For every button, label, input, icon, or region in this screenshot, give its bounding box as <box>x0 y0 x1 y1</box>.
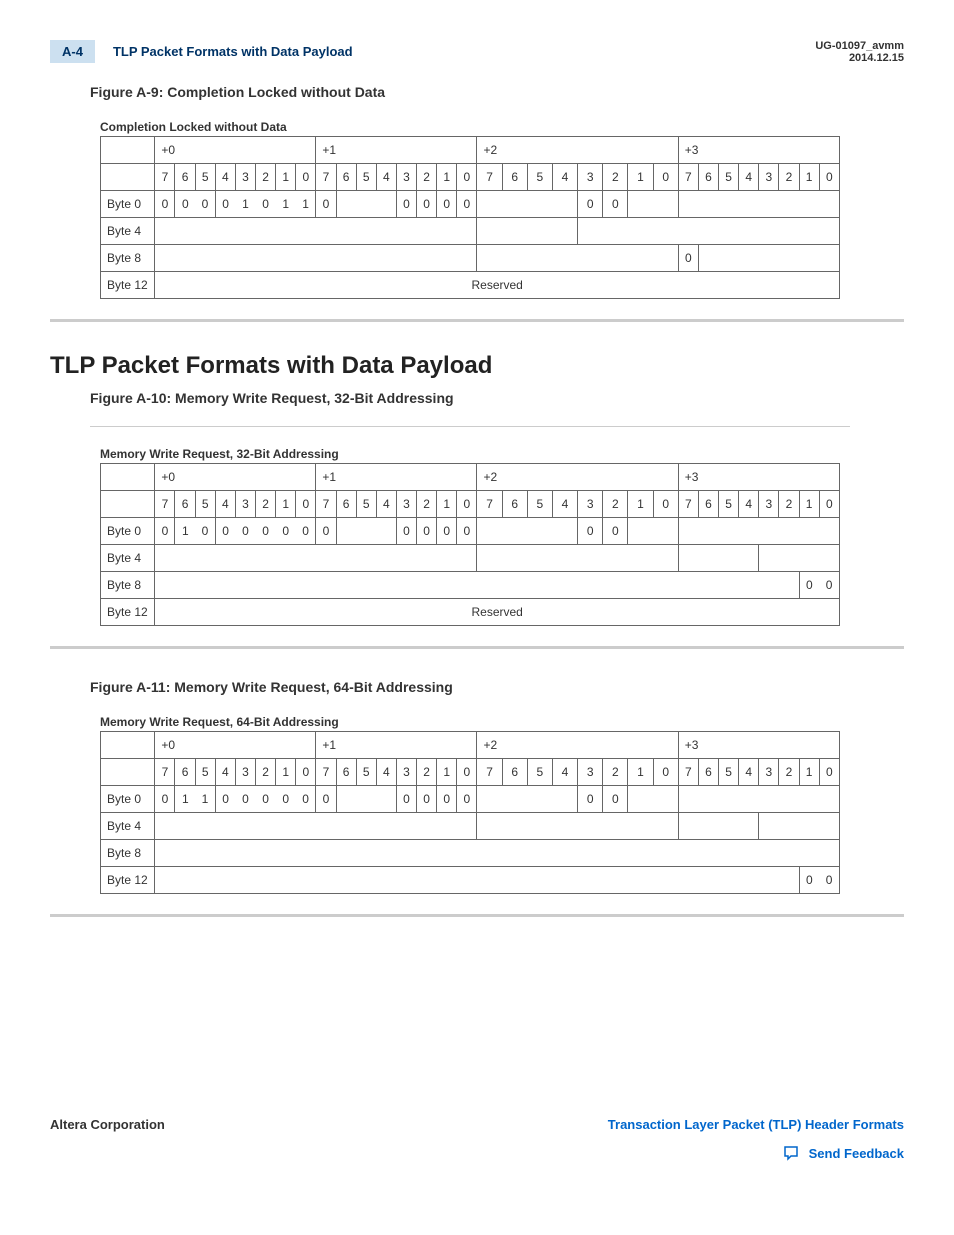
doc-id: UG-01097_avmm <box>815 40 904 52</box>
figure-a11-table: +0 +1 +2 +3 76543210 76543210 76543210 7… <box>100 731 840 894</box>
figure-a10-table: +0 +1 +2 +3 76543210 76543210 76543210 7… <box>100 463 840 626</box>
figure-divider <box>90 426 850 427</box>
byte12-row: Byte 12 Reserved <box>101 272 840 299</box>
page-number-badge: A-4 <box>50 40 95 63</box>
byte0-row: Byte 0 00001011 00000 00 <box>101 191 840 218</box>
offset-cell: +0 <box>155 137 316 164</box>
bit-header-row: 76543210 76543210 76543210 76543210 <box>101 491 840 518</box>
offset-cell: +1 <box>316 137 477 164</box>
byte0-row: Byte 0 01000000 00000 00 <box>101 518 840 545</box>
offset-row: +0 +1 +2 +3 <box>101 732 840 759</box>
section-heading: TLP Packet Formats with Data Payload <box>50 352 904 380</box>
header-section-title: TLP Packet Formats with Data Payload <box>113 44 353 59</box>
offset-cell: +3 <box>678 137 839 164</box>
header-right: UG-01097_avmm 2014.12.15 <box>815 40 904 64</box>
page-footer: Altera Corporation Transaction Layer Pac… <box>50 1117 904 1162</box>
section-divider <box>50 319 904 322</box>
offset-row: +0 +1 +2 +3 <box>101 464 840 491</box>
byte4-row: Byte 4 <box>101 545 840 572</box>
footer-company: Altera Corporation <box>50 1117 165 1132</box>
offset-cell: +2 <box>477 137 678 164</box>
byte8-row: Byte 8 00 <box>101 572 840 599</box>
byte4-row: Byte 4 <box>101 813 840 840</box>
section-divider <box>50 914 904 917</box>
bit-header-row: 76543210 76543210 76543210 76543210 <box>101 164 840 191</box>
send-feedback-link[interactable]: Send Feedback <box>809 1146 904 1161</box>
byte0-row: Byte 0 01100000 00000 00 <box>101 786 840 813</box>
header-left: A-4 TLP Packet Formats with Data Payload <box>50 40 353 63</box>
section-divider <box>50 646 904 649</box>
figure-a11-caption: Memory Write Request, 64-Bit Addressing <box>100 715 904 729</box>
byte8-row: Byte 8 0 <box>101 245 840 272</box>
feedback-icon <box>781 1144 801 1162</box>
page-header: A-4 TLP Packet Formats with Data Payload… <box>50 40 904 64</box>
bit-header-row: 76543210 76543210 76543210 76543210 <box>101 759 840 786</box>
figure-a10-title: Figure A-10: Memory Write Request, 32-Bi… <box>90 390 904 406</box>
offset-row: +0 +1 +2 +3 <box>101 137 840 164</box>
figure-a9-caption: Completion Locked without Data <box>100 120 904 134</box>
byte12-row: Byte 12 Reserved <box>101 599 840 626</box>
byte12-row: Byte 12 00 <box>101 867 840 894</box>
footer-link-tlp-header-formats[interactable]: Transaction Layer Packet (TLP) Header Fo… <box>608 1117 904 1132</box>
figure-a11-title: Figure A-11: Memory Write Request, 64-Bi… <box>90 679 904 695</box>
figure-a9-table: +0 +1 +2 +3 76543210 76543210 76543210 7… <box>100 136 840 299</box>
byte4-row: Byte 4 <box>101 218 840 245</box>
figure-a9-title: Figure A-9: Completion Locked without Da… <box>90 84 904 100</box>
doc-date: 2014.12.15 <box>815 52 904 64</box>
figure-a10-caption: Memory Write Request, 32-Bit Addressing <box>100 447 904 461</box>
byte8-row: Byte 8 <box>101 840 840 867</box>
